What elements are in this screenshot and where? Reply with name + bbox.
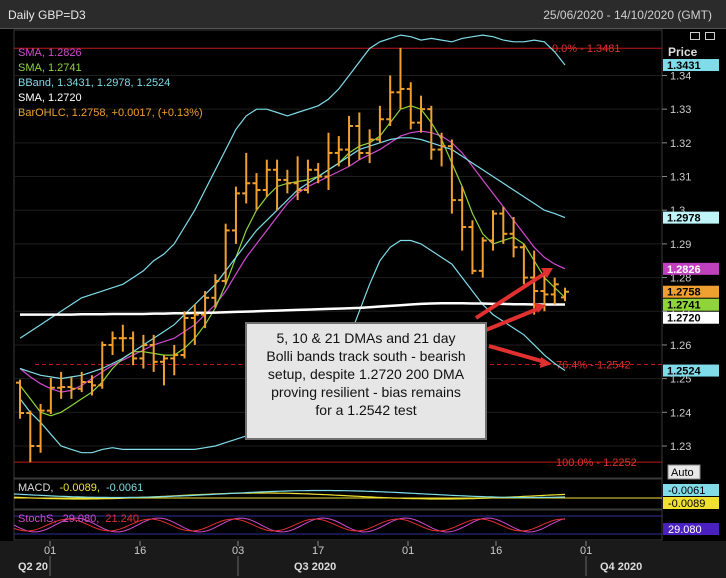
macd-badge-macd: -0.0089 (668, 498, 705, 510)
price-badge-label: 1.2524 (667, 366, 702, 378)
macd-badge-signal: -0.0061 (668, 485, 705, 497)
annotation-line-2: Bolli bands track south - bearish (266, 348, 466, 364)
stoch-panel: StochS, 29.080, 21.240 (13, 509, 663, 541)
axis-tick-label: 1.34 (670, 70, 691, 82)
x-tick-label: 03 (232, 545, 244, 557)
svg-text:MACD, -0.0089, -0.: MACD, -0.0089, -0.0061 (18, 482, 143, 494)
legend-entry: BBand, 1.3431, 1.2978, 1.2524 (18, 77, 170, 89)
svg-text:StochS, 29.080, 21: StochS, 29.080, 21.240 (18, 513, 139, 525)
price-badge-label: 1.2978 (667, 213, 701, 225)
stoch-k-value: 29.080, (63, 513, 100, 525)
axis-tick-label: 1.26 (670, 340, 691, 352)
axis-tick-label: 1.32 (670, 138, 691, 150)
x-period-label: Q2 20 (18, 561, 48, 573)
legend-entry: SMA, 1.2720 (18, 92, 82, 104)
x-tick-label: 17 (312, 545, 324, 557)
price-axis: Price1.341.331.321.311.31.291.281.271.26… (662, 30, 726, 478)
macd-label: MACD, (18, 482, 53, 494)
x-tick-label: 01 (44, 545, 56, 557)
price-badge-label: 1.3431 (667, 60, 701, 72)
macd-panel: MACD, -0.0089, -0.0061 (13, 478, 663, 510)
macd-signal-value: -0.0061 (106, 482, 143, 494)
close-icon[interactable] (705, 32, 715, 40)
price-badge-label: 1.2758 (667, 287, 701, 299)
price-badge-label: 1.2720 (667, 313, 701, 325)
legend-entry: BarOHLC, 1.2758, +0.0017, (+0.13%) (18, 107, 203, 119)
price-badge-label: 1.2741 (667, 300, 701, 312)
annotation-line-3: setup, despite 1.2720 200 DMA (267, 366, 465, 382)
annotation-line-5: for a 1.2542 test (315, 402, 417, 418)
restore-icon[interactable] (690, 32, 700, 40)
price-badge-label: 1.2826 (667, 264, 701, 276)
x-period-label: Q4 2020 (600, 561, 642, 573)
price-chart: 0.0% - 1.3481 76.4% - 1.2542 100.0% - 1.22… (0, 29, 726, 578)
axis-tick-label: 1.24 (670, 407, 691, 419)
stoch-label: StochS, (18, 513, 57, 525)
x-tick-label: 01 (580, 545, 592, 557)
axis-header: Price (668, 45, 698, 59)
stoch-d-value: 21.240 (105, 513, 139, 525)
axis-tick-label: 1.33 (670, 104, 691, 116)
stoch-badge: 29.080 (668, 524, 702, 536)
annotation-box: 5, 10 & 21 DMAs and 21 day Bolli bands t… (245, 322, 487, 440)
annotation-line-4: proving resilient - bias remains (271, 384, 461, 400)
macd-value: -0.0089, (60, 482, 100, 494)
x-tick-label: 01 (402, 545, 414, 557)
fib-label: 76.4% - 1.2542 (556, 359, 631, 371)
fib-label: 100.0% - 1.2252 (556, 457, 637, 469)
auto-scale-label: Auto (671, 467, 694, 479)
x-tick-label: 16 (134, 545, 146, 557)
legend-entry: SMA, 1.2826 (18, 47, 82, 59)
axis-tick-label: 1.31 (670, 172, 691, 184)
x-tick-label: 16 (490, 545, 502, 557)
legend-entry: SMA, 1.2741 (18, 62, 82, 74)
axis-tick-label: 1.29 (670, 239, 691, 251)
annotation-line-1: 5, 10 & 21 DMAs and 21 day (276, 330, 456, 346)
fib-label: 0.0% - 1.3481 (552, 43, 621, 55)
axis-tick-label: 1.23 (670, 441, 691, 453)
x-period-label: Q3 2020 (294, 561, 336, 573)
